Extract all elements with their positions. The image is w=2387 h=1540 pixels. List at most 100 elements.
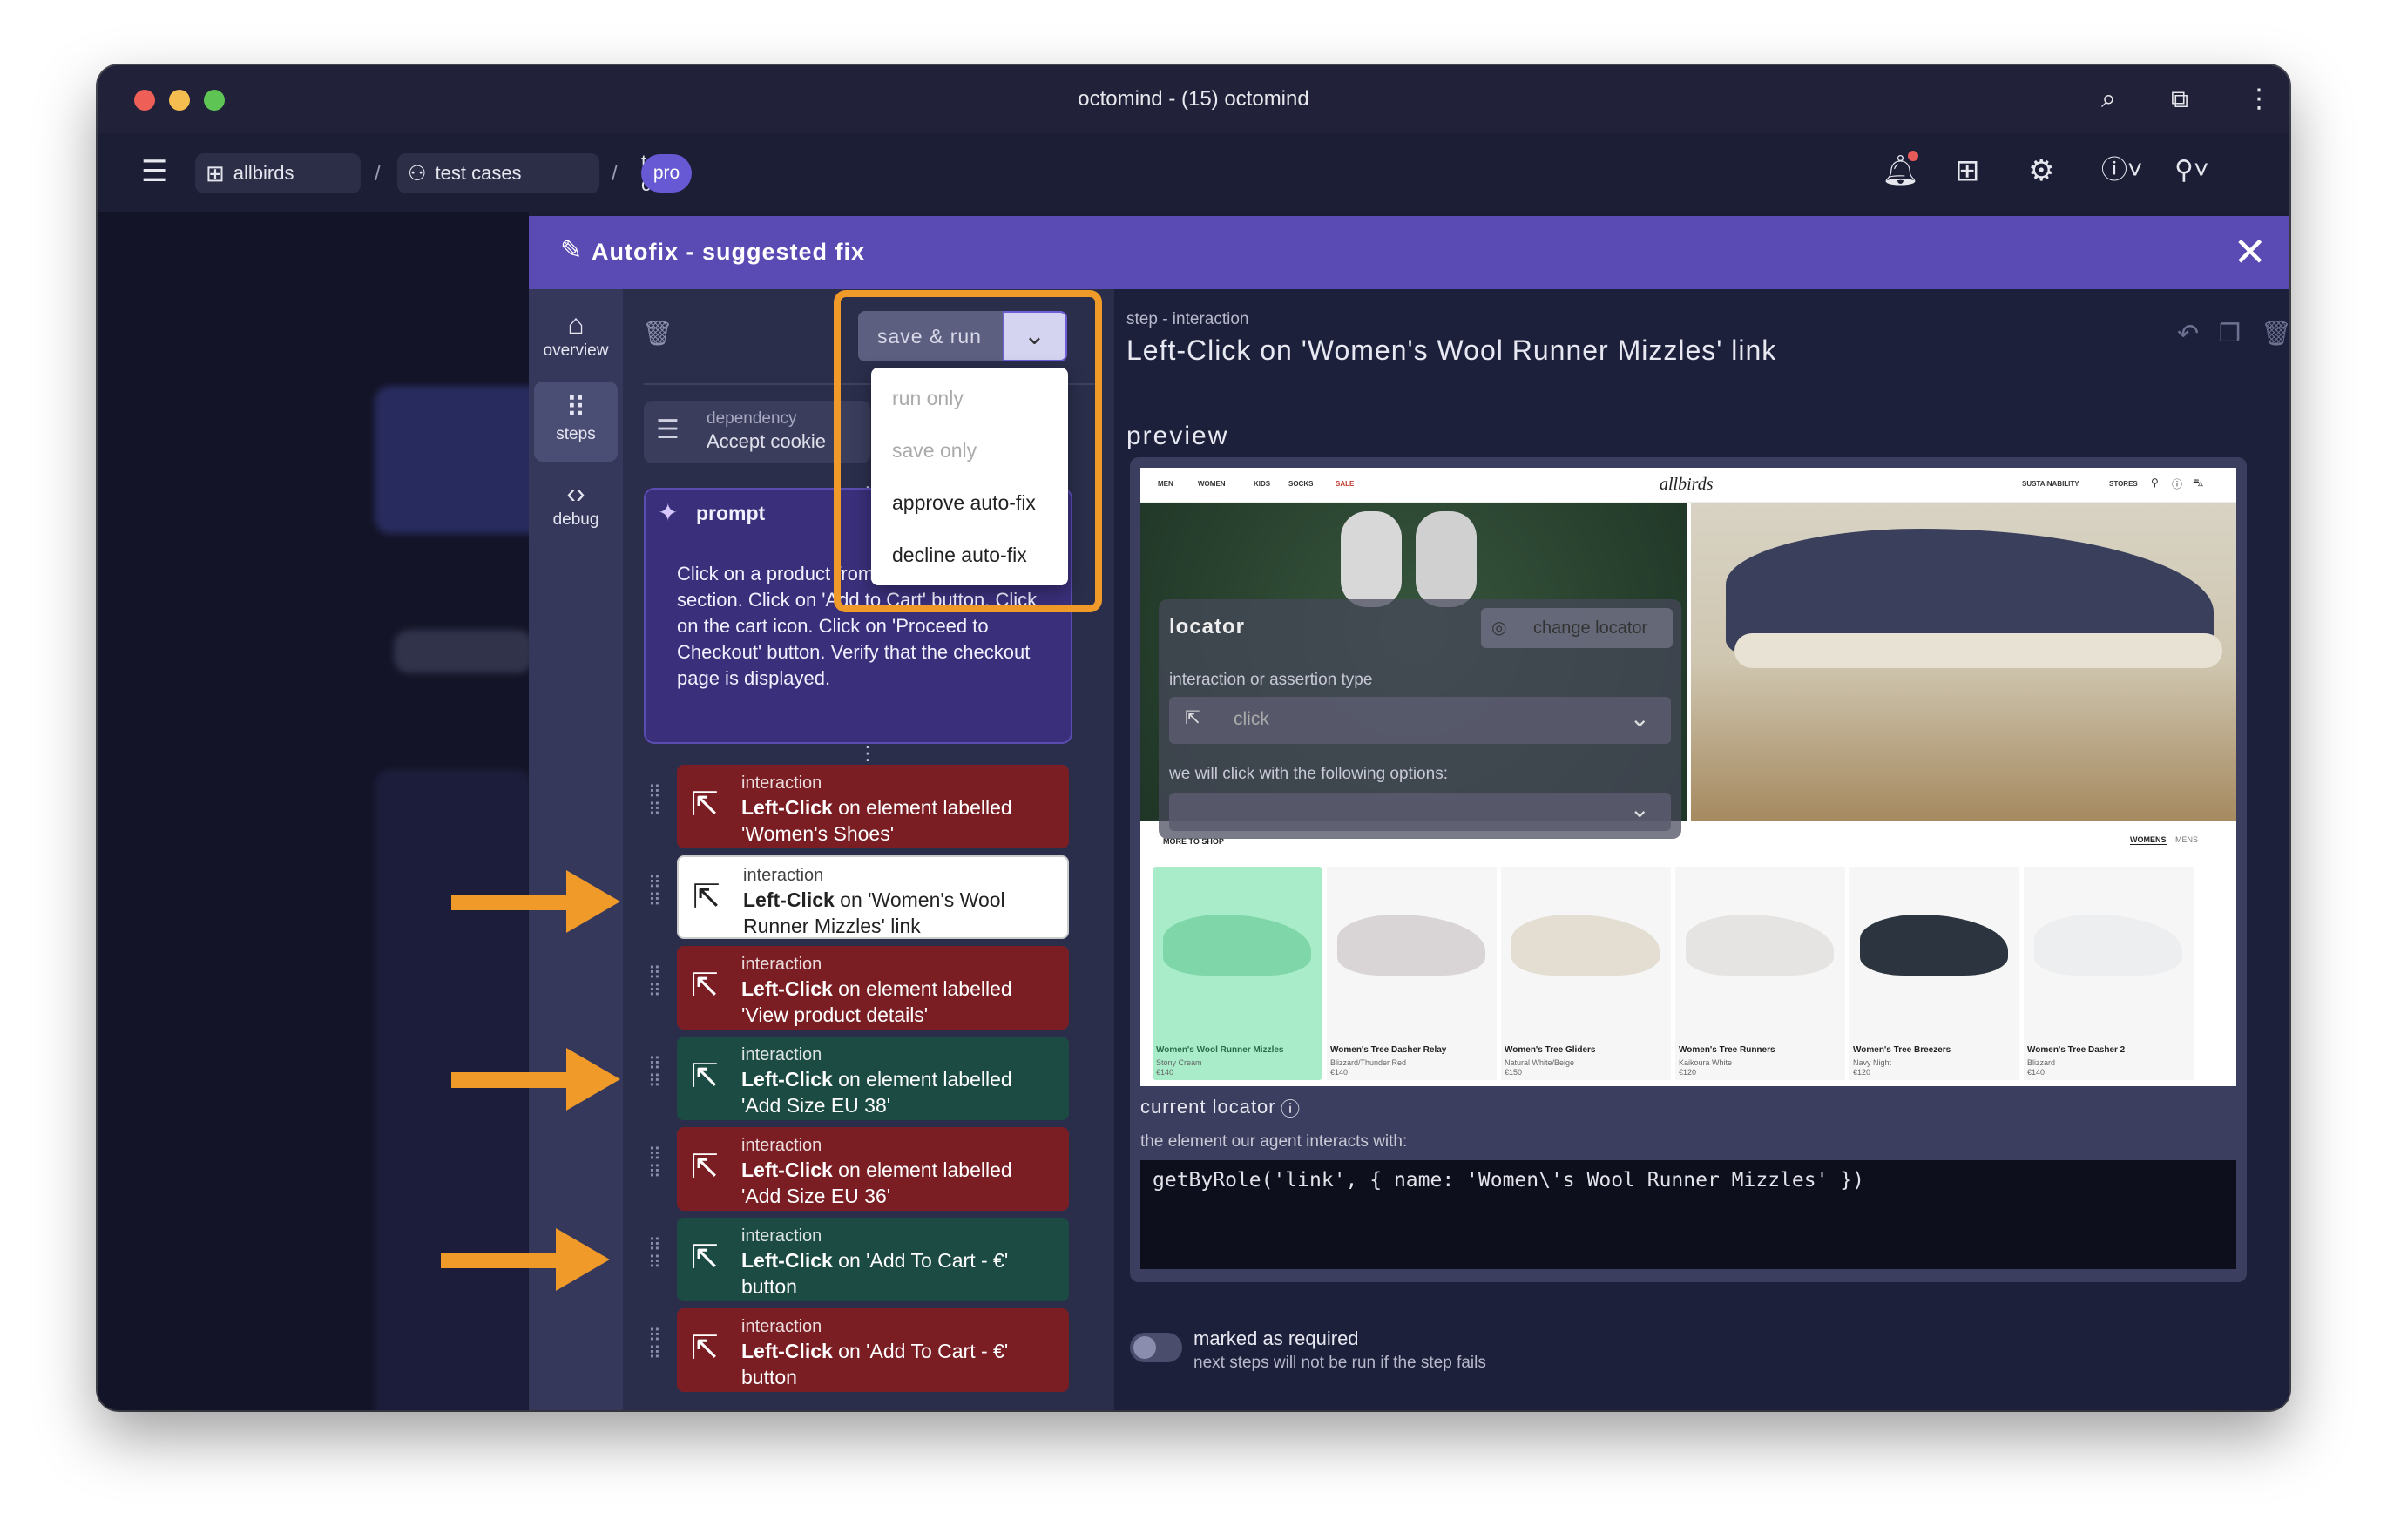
help-icon[interactable]: ⓘ˅: [2101, 153, 2143, 188]
extension-icon[interactable]: ⧉: [2171, 83, 2188, 116]
chevron-down-icon[interactable]: ⌄: [1003, 311, 1067, 361]
save-and-run-label: save & run: [877, 325, 982, 348]
product-card[interactable]: Women's Tree Runners Kaikoura White €120: [1675, 867, 1845, 1080]
settings-gear-icon[interactable]: ⚙: [2028, 153, 2054, 188]
rail-steps[interactable]: ⠿ steps: [534, 382, 618, 462]
required-label: marked as required: [1194, 1327, 1359, 1349]
required-toggle[interactable]: [1130, 1333, 1182, 1362]
hamburger-menu-icon[interactable]: ☰: [141, 154, 167, 189]
drag-handle-icon[interactable]: ⠿ ⠿: [648, 965, 664, 1000]
delete-icon[interactable]: 🗑︎: [642, 319, 673, 348]
menu-item-save-only[interactable]: save only: [892, 439, 977, 463]
change-locator-button[interactable]: ◎ change locator: [1481, 608, 1673, 648]
product-name: Women's Tree Runners: [1679, 1045, 1775, 1055]
drag-handle-icon[interactable]: ⠿ ⠿: [648, 1146, 664, 1181]
close-modal-icon[interactable]: ✕: [2233, 232, 2267, 272]
site-nav-sale[interactable]: SALE: [1336, 480, 1354, 488]
undo-icon[interactable]: ↶: [2177, 319, 2199, 349]
help-icon[interactable]: ⓘ: [2172, 476, 2182, 491]
user-account-icon[interactable]: ⚲˅: [2174, 153, 2209, 188]
interaction-type-value: click: [1234, 709, 1269, 729]
menu-item-run-only[interactable]: run only: [892, 387, 964, 410]
breadcrumb-separator: /: [375, 162, 381, 186]
minimize-window-button[interactable]: [169, 90, 190, 111]
breadcrumb-separator: /: [612, 162, 618, 186]
product-card[interactable]: Women's Tree Breezers Navy Night €120: [1849, 867, 2019, 1080]
product-card[interactable]: Women's Tree Dasher Relay Blizzard/Thunde…: [1327, 867, 1497, 1080]
site-nav-socks[interactable]: SOCKS: [1288, 480, 1313, 488]
window-title: octomind - (15) octomind: [1078, 87, 1309, 111]
more-options-icon[interactable]: ⋮: [858, 742, 877, 765]
step-card[interactable]: ⇱ interaction Left-Click on element labell…: [677, 765, 1069, 848]
step-card[interactable]: ⇱ interaction Left-Click on element labell…: [677, 1127, 1069, 1211]
duplicate-icon[interactable]: ❐: [2219, 319, 2241, 348]
close-window-button[interactable]: [134, 90, 155, 111]
interacts-label: the element our agent interacts with:: [1140, 1132, 1408, 1151]
site-nav-men[interactable]: MEN: [1158, 480, 1173, 488]
menu-item-decline-auto-fix[interactable]: decline auto-fix: [892, 544, 1027, 567]
options-select[interactable]: ⌄: [1169, 793, 1671, 831]
callout-arrow-shaft: [451, 895, 573, 910]
drag-handle-icon[interactable]: ⠿ ⠿: [648, 875, 664, 909]
drag-handle-icon[interactable]: ⠿ ⠿: [648, 1327, 664, 1362]
chevron-down-icon[interactable]: ⌄: [1630, 704, 1650, 733]
save-and-run-button[interactable]: save & run ⌄: [858, 311, 1067, 361]
locator-code: getByRole('link', { name: 'Women\'s Wool…: [1153, 1169, 1864, 1192]
rail-overview[interactable]: ⌂ overview: [534, 298, 618, 378]
step-description: Left-Click on element labelled 'View prod…: [741, 976, 1064, 1028]
rail-debug[interactable]: ‹› debug: [534, 467, 618, 547]
chevron-down-icon[interactable]: ⌄: [1630, 794, 1650, 823]
interaction-type-select[interactable]: ⇱ click ⌄: [1169, 697, 1671, 744]
callout-arrow-head: [566, 870, 620, 933]
locator-code-block[interactable]: getByRole('link', { name: 'Women\'s Wool…: [1140, 1160, 2236, 1269]
cart-icon[interactable]: ⛍: [2193, 476, 2203, 490]
step-card[interactable]: ⇱ interaction Left-Click on element labell…: [677, 946, 1069, 1030]
account-icon[interactable]: ⚲: [2151, 476, 2159, 489]
search-icon[interactable]: ⌕: [2101, 83, 2116, 116]
product-card[interactable]: Women's Tree Dasher 2 Blizzard €140: [2024, 867, 2194, 1080]
product-details: Navy Night €120: [1853, 1058, 1891, 1077]
product-price: €140: [2027, 1068, 2046, 1077]
site-logo[interactable]: allbirds: [1660, 475, 1714, 495]
tab-mens[interactable]: MENS: [2175, 835, 2198, 844]
drag-handle-icon[interactable]: ⠿ ⠿: [648, 784, 664, 819]
more-menu-icon[interactable]: ⋮: [2246, 83, 2272, 116]
menu-item-approve-auto-fix[interactable]: approve auto-fix: [892, 491, 1036, 515]
product-card[interactable]: Women's Tree Gliders Natural White/Beige €…: [1501, 867, 1671, 1080]
drag-handle-icon[interactable]: ⠿ ⠿: [648, 1056, 664, 1091]
info-icon[interactable]: ⓘ: [1281, 1094, 1300, 1122]
site-nav-sustainability[interactable]: SUSTAINABILITY: [2022, 480, 2079, 488]
callout-arrow-shaft: [441, 1253, 563, 1268]
step-action: Left-Click: [741, 1068, 833, 1091]
step-card[interactable]: ⇱ interaction Left-Click on 'Add To Cart -…: [677, 1218, 1069, 1301]
step-title: Left-Click on 'Women's Wool Runner Mizzl…: [1126, 334, 1777, 366]
step-card[interactable]: ⇱ interaction Left-Click on 'Women's Wool R…: [677, 855, 1069, 939]
step-card[interactable]: ⇱ interaction Left-Click on element labell…: [677, 1037, 1069, 1120]
tab-womens[interactable]: WOMENS: [2130, 835, 2167, 845]
drag-handle-icon[interactable]: ⠿ ⠿: [648, 1237, 664, 1272]
site-nav-women[interactable]: WOMEN: [1198, 480, 1226, 488]
breadcrumb-project[interactable]: ⊞ allbirds: [195, 153, 361, 193]
gift-icon[interactable]: ⊞: [1955, 153, 1980, 188]
step-rest: on element labelled: [832, 1158, 1012, 1181]
product-details: Natural White/Beige €150: [1505, 1058, 1574, 1077]
callout-arrow-head: [566, 1048, 620, 1111]
product-color: Blizzard: [2027, 1058, 2056, 1067]
site-nav-stores[interactable]: STORES: [2109, 480, 2138, 488]
site-nav-kids[interactable]: KIDS: [1254, 480, 1270, 488]
step-card[interactable]: ⇱ interaction Left-Click on 'Add To Cart -…: [677, 1308, 1069, 1392]
product-price: €120: [1679, 1068, 1697, 1077]
modal-title: Autofix - suggested fix: [592, 239, 866, 265]
required-hint: next steps will not be run if the step f…: [1194, 1354, 1486, 1372]
breadcrumb-test-cases[interactable]: ⚇ test cases: [397, 153, 599, 193]
step-action: Left-Click: [741, 1158, 833, 1181]
product-details: Blizzard €140: [2027, 1058, 2055, 1077]
product-card[interactable]: Women's Wool Runner Mizzles Stony Cream €1…: [1153, 867, 1322, 1080]
product-details: Stony Cream €140: [1156, 1058, 1202, 1077]
hero-image-right: [1691, 503, 2236, 821]
step-target: 'Women's Shoes': [741, 822, 895, 845]
delete-step-icon[interactable]: 🗑︎: [2261, 319, 2289, 348]
sparkle-icon: ✦: [658, 499, 679, 526]
maximize-window-button[interactable]: [204, 90, 225, 111]
pencil-icon: ✎: [560, 236, 583, 265]
